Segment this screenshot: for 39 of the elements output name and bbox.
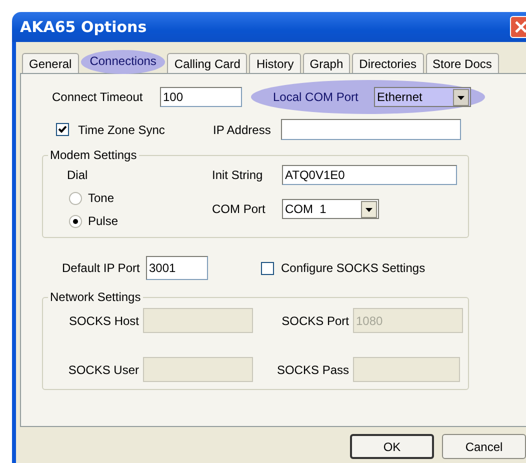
tab[interactable]: General	[22, 53, 79, 73]
input-field[interactable]: 3001	[146, 256, 208, 280]
checkbox-label: Configure SOCKS Settings	[281, 261, 426, 275]
tab[interactable]: Graph	[302, 53, 350, 73]
tab[interactable]: Calling Card	[167, 53, 248, 73]
close-button[interactable]	[510, 16, 526, 38]
tab[interactable]: Directories	[352, 53, 424, 73]
field-label: SOCKS Pass	[276, 362, 350, 376]
dropdown[interactable]: COM 1	[282, 199, 379, 219]
radio-button[interactable]	[69, 214, 82, 228]
field-label: SOCKS Port	[280, 314, 350, 328]
tab[interactable]: Connections	[80, 50, 166, 74]
field-label: IP Address	[213, 122, 272, 136]
field-label: Local COM Port	[273, 90, 360, 104]
checkbox-label: Time Zone Sync	[78, 122, 166, 136]
radio-button[interactable]	[69, 192, 82, 204]
field-label: COM Port	[212, 202, 266, 216]
tab[interactable]: Store Docs	[426, 53, 499, 73]
checkbox[interactable]	[56, 123, 69, 136]
group-title: Network Settings	[49, 290, 142, 304]
checkbox[interactable]	[261, 262, 274, 274]
dialog-button[interactable]: Cancel	[442, 434, 526, 459]
input-field[interactable]	[281, 119, 461, 140]
radio-label: Tone	[88, 191, 114, 205]
close-icon	[514, 20, 526, 34]
dialog-button[interactable]: OK	[350, 434, 434, 459]
field-label: Default IP Port	[62, 261, 141, 275]
field-label: SOCKS Host	[68, 314, 140, 328]
group-title: Modem Settings	[49, 148, 138, 162]
tab[interactable]: History	[249, 53, 301, 73]
field-label: Connect Timeout	[52, 90, 144, 104]
window-title: AKA65 Options	[20, 18, 147, 36]
radio-label: Pulse	[88, 214, 118, 228]
input-field[interactable]: 100	[160, 87, 242, 107]
dropdown[interactable]: Ethernet	[374, 87, 471, 107]
field-label: Dial	[67, 168, 89, 182]
input-field[interactable]: ATQ0V1E0	[282, 165, 457, 185]
field-label: Init String	[212, 168, 264, 182]
field-label: SOCKS User	[67, 362, 140, 376]
